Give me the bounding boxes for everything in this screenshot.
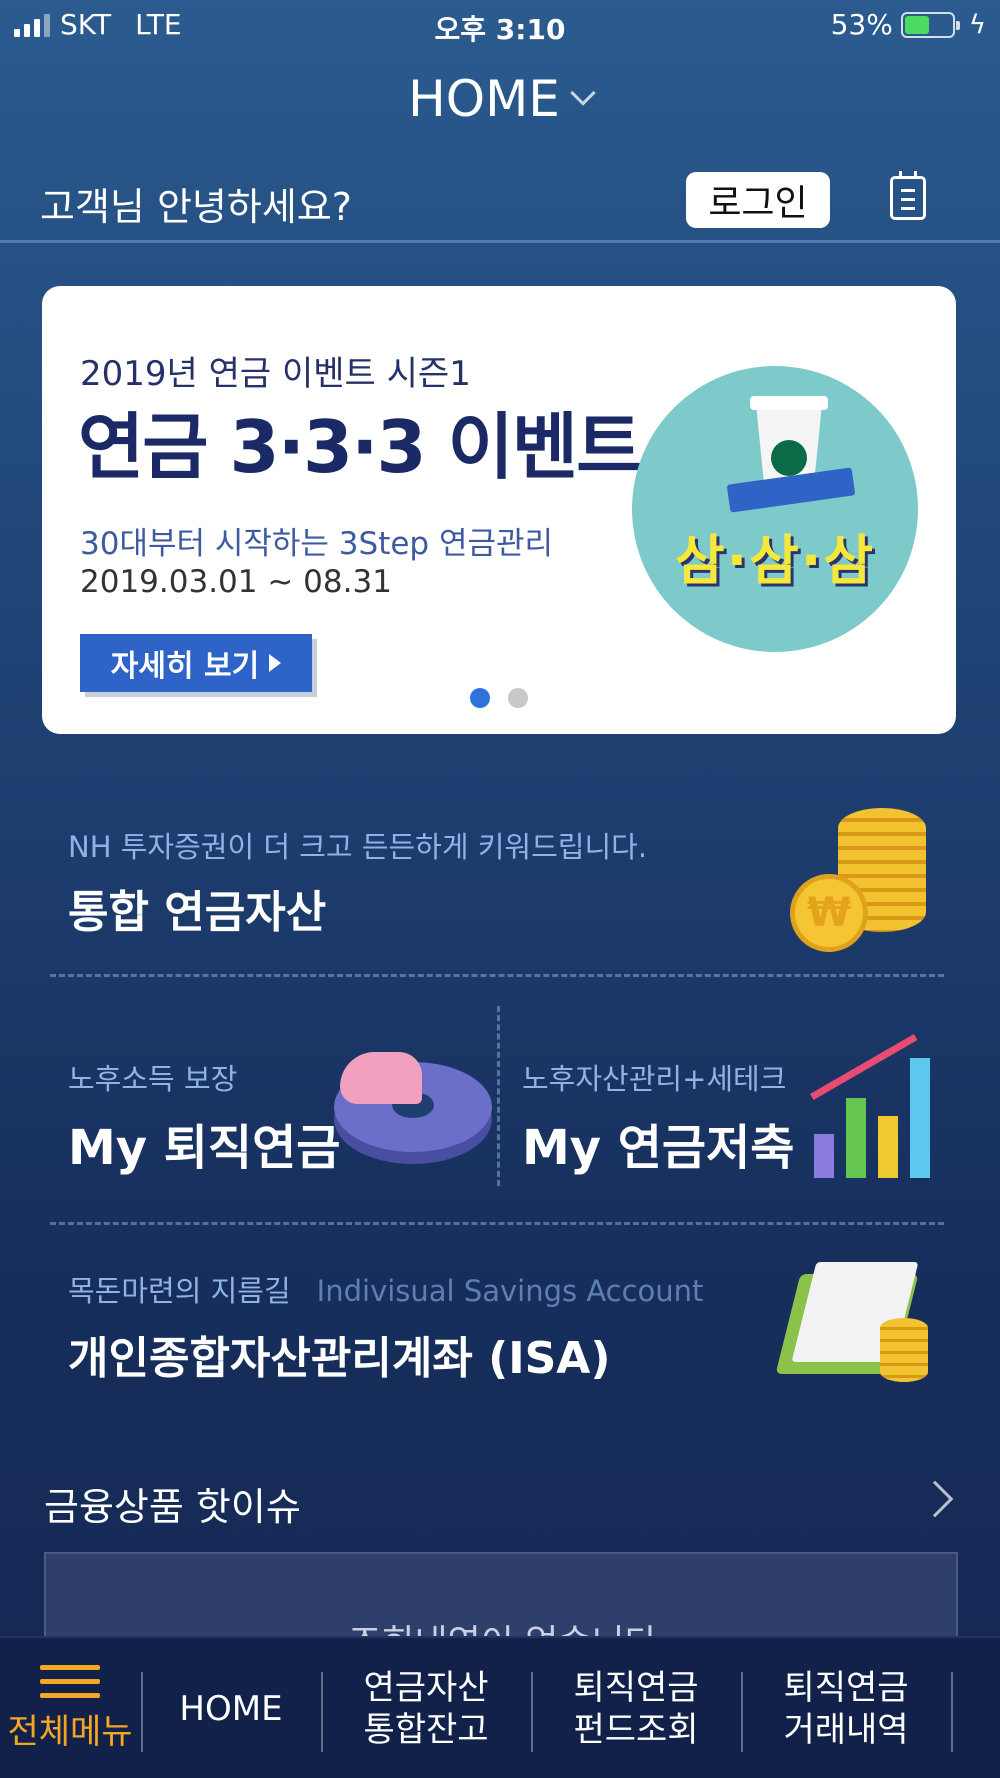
- event-detail-button[interactable]: 자세히 보기: [80, 634, 312, 692]
- retirement-title: My 퇴직연금: [68, 1120, 341, 1176]
- chevron-down-icon: [570, 80, 596, 106]
- nav-home-label: HOME: [179, 1688, 283, 1729]
- my-pension-savings-link[interactable]: 노후자산관리+세테크 My 연금저축: [522, 1056, 794, 1178]
- event-subtitle: 30대부터 시작하는 3Step 연금관리: [80, 526, 554, 562]
- pension-assets-title: 통합 연금자산: [68, 887, 327, 938]
- growth-bar-1: [814, 1134, 834, 1178]
- login-button[interactable]: 로그인: [686, 172, 830, 228]
- pension-assets-link[interactable]: NH 투자증권이 더 크고 든든하게 키워드립니다. 통합 연금자산: [68, 824, 647, 940]
- coffee-illustration: 삼·삼·삼: [632, 366, 918, 652]
- hamburger-icon: [40, 1664, 100, 1701]
- charging-icon: ϟ: [968, 9, 986, 40]
- nav-home[interactable]: HOME: [142, 1638, 320, 1778]
- carousel-indicator: [470, 688, 528, 708]
- growth-bar-3: [878, 1116, 898, 1178]
- savings-sub: 노후자산관리+세테크: [522, 1062, 787, 1096]
- nav-separator: [951, 1672, 953, 1752]
- nav-fund-inquiry[interactable]: 퇴직연금 펀드조회: [532, 1638, 740, 1778]
- battery-percent: 53%: [830, 8, 893, 41]
- won-coin-icon: ₩: [790, 874, 868, 952]
- home-dropdown[interactable]: HOME: [0, 70, 1000, 128]
- chevron-right-icon[interactable]: [916, 1480, 954, 1518]
- header-divider: [0, 240, 1000, 243]
- section-divider: [50, 1222, 944, 1225]
- nav-tx-line2: 거래내역: [783, 1710, 909, 1750]
- battery-fill: [904, 15, 930, 34]
- status-bar: SKT LTE 오후 3:10 53% ϟ: [0, 0, 1000, 50]
- nav-fund-line1: 퇴직연금: [573, 1667, 699, 1708]
- donut-slice: [340, 1052, 422, 1104]
- event-banner[interactable]: 2019년 연금 이벤트 시즌1 연금 3·3·3 이벤트 30대부터 시작하는…: [42, 286, 956, 734]
- my-retirement-pension-link[interactable]: 노후소득 보장 My 퇴직연금: [68, 1056, 340, 1178]
- savings-title: My 연금저축: [522, 1120, 795, 1176]
- growth-chart-icon: [810, 1018, 944, 1178]
- nav-asset-line2: 통합잔고: [363, 1710, 489, 1750]
- section-divider: [50, 974, 944, 977]
- isa-link[interactable]: 목돈마련의 지름길 Indivisual Savings Account 개인종합…: [68, 1268, 703, 1386]
- event-title: 연금 3·3·3 이벤트: [78, 405, 642, 489]
- nav-all-menu[interactable]: 전체메뉴: [0, 1638, 140, 1778]
- isa-sub-en: Indivisual Savings Account: [316, 1274, 704, 1308]
- donut-chart-icon: [334, 1052, 492, 1162]
- carousel-dot-2[interactable]: [508, 688, 528, 708]
- greeting-text: 고객님 안녕하세요?: [40, 185, 352, 229]
- nav-all-menu-label: 전체메뉴: [7, 1711, 133, 1752]
- cup-logo-icon: [771, 440, 807, 476]
- status-right: 53% ϟ: [831, 8, 986, 41]
- carousel-dot-1[interactable]: [470, 688, 490, 708]
- play-arrow-icon: [269, 654, 282, 672]
- hot-issue-title: 금융상품 핫이슈: [44, 1485, 301, 1529]
- isa-sub: 목돈마련의 지름길 Indivisual Savings Account: [68, 1268, 703, 1310]
- cup-lid: [750, 396, 828, 410]
- isa-title: 개인종합자산관리계좌 (ISA): [68, 1333, 611, 1384]
- event-detail-label: 자세히 보기: [110, 649, 260, 684]
- pension-assets-sub: NH 투자증권이 더 크고 든든하게 키워드립니다.: [68, 830, 648, 864]
- book-coins-icon: [775, 1256, 940, 1388]
- notepad-icon[interactable]: [890, 171, 926, 220]
- column-divider: [497, 1006, 500, 1186]
- isa-sub-ko: 목돈마련의 지름길: [68, 1274, 291, 1308]
- page-title: HOME: [408, 70, 560, 128]
- nav-transaction-history[interactable]: 퇴직연금 거래내역: [742, 1638, 950, 1778]
- nav-fund-line2: 펀드조회: [573, 1710, 699, 1750]
- retirement-sub: 노후소득 보장: [68, 1062, 238, 1096]
- sam-text: 삼·삼·삼: [674, 529, 876, 592]
- book-coin-stack: [880, 1318, 928, 1382]
- battery-icon: [900, 11, 960, 38]
- nav-pension-balance[interactable]: 연금자산 통합잔고: [322, 1638, 530, 1778]
- nav-asset-line1: 연금자산: [363, 1667, 489, 1708]
- coins-icon: ₩: [786, 808, 936, 958]
- event-period: 2019.03.01 ~ 08.31: [80, 564, 392, 600]
- bottom-nav: 전체메뉴 HOME 연금자산 통합잔고 퇴직연금 펀드조회 퇴직연금 거래내역: [0, 1636, 1000, 1778]
- nav-tx-line1: 퇴직연금: [783, 1667, 909, 1708]
